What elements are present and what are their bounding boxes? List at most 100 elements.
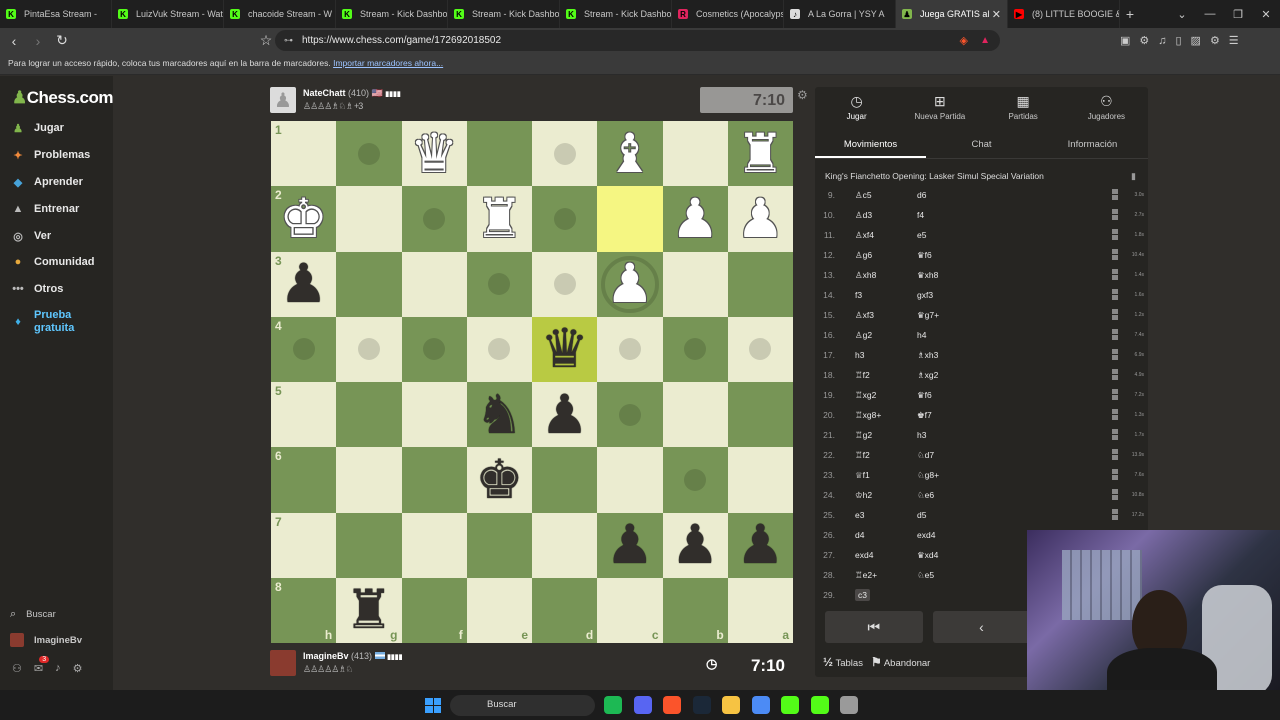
move-hint-dot[interactable] [553,207,576,230]
board-square[interactable] [532,121,598,187]
board-square[interactable] [662,251,728,317]
black-pawn-icon[interactable]: ♟ [279,257,327,311]
taskbar-steam-icon[interactable] [692,696,711,714]
black-move[interactable]: ♛xh8 [905,270,1025,281]
windows-start-icon[interactable] [425,698,441,713]
browser-tab[interactable]: K Stream - Kick Dashbo [448,0,560,28]
black-king-icon[interactable]: ♚ [475,452,523,507]
board-square[interactable] [727,382,793,448]
subtab-0[interactable]: Movimientos [815,129,926,158]
white-move[interactable]: ♙c5 [843,190,905,201]
black-move[interactable]: ♘g8+ [905,470,1025,481]
board-square[interactable]: 2 ♚ [271,186,337,252]
board-square[interactable]: 4 [271,316,337,382]
white-move[interactable]: ♖f2 [843,450,905,461]
sidebar-item-entrenar[interactable]: ▲ Entrenar [10,202,110,216]
black-move[interactable]: gxf3 [905,290,1025,300]
board-square[interactable]: 3 ♟ [271,251,337,317]
board-square[interactable]: ♜ [727,121,793,187]
black-pawn-icon[interactable]: ♟ [606,518,654,572]
book-icon[interactable]: ▮ [1131,171,1136,182]
move-hint-dot[interactable] [357,338,380,361]
white-move[interactable]: c3 [843,589,905,601]
white-move[interactable]: h3 [843,350,905,360]
taskbar-settings-icon[interactable] [840,696,858,714]
sidebar-item-jugar[interactable]: ♟ Jugar [10,121,110,135]
friends-icon[interactable]: ⚇ [12,662,22,675]
board-square[interactable] [532,186,598,252]
white-rook-icon[interactable]: ♜ [736,126,784,181]
taskbar-explorer-icon[interactable] [722,696,740,714]
board-square[interactable] [336,447,402,513]
white-rook-icon[interactable]: ♜ [475,191,523,246]
board-square[interactable] [401,512,467,578]
board-square[interactable] [597,316,663,382]
board-square[interactable] [597,382,663,448]
white-pawn-icon[interactable]: ♟ [671,191,719,246]
subtab-1[interactable]: Chat [926,129,1037,158]
board-square[interactable] [401,316,467,382]
move-hint-dot[interactable] [684,468,707,491]
first-move-button[interactable]: ⏮ [825,611,923,643]
board-square[interactable] [466,316,532,382]
bookmark-icon[interactable]: ☆ [256,32,276,49]
board-square[interactable]: 1 [271,121,337,187]
board-square[interactable] [466,251,532,317]
new-tab-button[interactable]: + [1120,6,1140,22]
white-bishop-icon[interactable]: ♝ [606,126,654,181]
white-move[interactable]: ♔h2 [843,490,905,501]
board-square[interactable] [662,121,728,187]
bottom-player-name[interactable]: ImagineBv [303,651,349,661]
browser-tab[interactable]: K LuizVuk Stream - Wat [112,0,224,28]
resign-button[interactable]: ⚑ Abandonar [871,655,930,669]
move-hint-dot[interactable] [618,338,641,361]
white-move[interactable]: d4 [843,530,905,540]
white-move[interactable]: ♙xf4 [843,230,905,241]
board-square[interactable]: ♝ [597,121,663,187]
messages-icon[interactable]: ✉ 3 [34,656,50,675]
board-square[interactable] [336,121,402,187]
browser-tab[interactable]: Kchacoide Stream - W [224,0,336,28]
panel-tab-partidas[interactable]: ▦ Partidas [982,87,1065,127]
rewards-icon[interactable]: ▲ [980,35,990,46]
top-player-name[interactable]: NateChatt [303,88,346,98]
board-square[interactable] [401,186,467,252]
white-queen-icon[interactable]: ♛ [410,126,458,181]
black-move[interactable]: ♛xd4 [905,550,1025,561]
white-move[interactable]: ♙xh8 [843,270,905,281]
board-square[interactable]: ♛ [532,316,598,382]
black-move[interactable]: ♛f6 [905,390,1025,401]
subtab-2[interactable]: Información [1037,129,1148,158]
black-move[interactable]: d6 [905,190,1025,200]
move-hint-dot[interactable] [553,273,576,296]
board-square[interactable]: ♟ [727,512,793,578]
board-square[interactable] [662,316,728,382]
white-move[interactable]: ♙xf3 [843,310,905,321]
move-hint-dot[interactable] [488,338,511,361]
board-square[interactable] [466,121,532,187]
board-square[interactable] [532,251,598,317]
black-rook-icon[interactable]: ♜ [345,583,393,637]
board-square[interactable] [662,382,728,448]
black-move[interactable]: ♘e5 [905,570,1025,581]
sidebar-item-otros[interactable]: ••• Otros [10,282,110,296]
white-move[interactable]: f3 [843,290,905,300]
black-move[interactable]: ♘e6 [905,490,1025,501]
taskbar-chrome-icon[interactable] [751,696,770,714]
black-move[interactable]: f4 [905,210,1025,220]
black-move[interactable]: h4 [905,330,1025,340]
board-square[interactable]: 6 [271,447,337,513]
white-move[interactable]: e3 [843,510,905,520]
brave-shield-icon[interactable]: ◈ [960,34,968,47]
taskbar-spotify-icon[interactable] [604,696,622,714]
black-move[interactable]: ♘d7 [905,450,1025,461]
panel-tab-jugar[interactable]: ◷ Jugar [815,87,898,127]
board-square[interactable] [466,512,532,578]
sidebar-item-ver[interactable]: ◎ Ver [10,229,110,243]
browser-tab[interactable]: ♪ A La Gorra | YSY A [784,0,896,28]
black-pawn-icon[interactable]: ♟ [540,387,588,442]
board-square[interactable] [401,447,467,513]
settings-gear-icon[interactable]: ⚙ [73,662,83,675]
white-move[interactable]: ♙g6 [843,250,905,261]
minimize-button[interactable]: — [1196,8,1224,20]
